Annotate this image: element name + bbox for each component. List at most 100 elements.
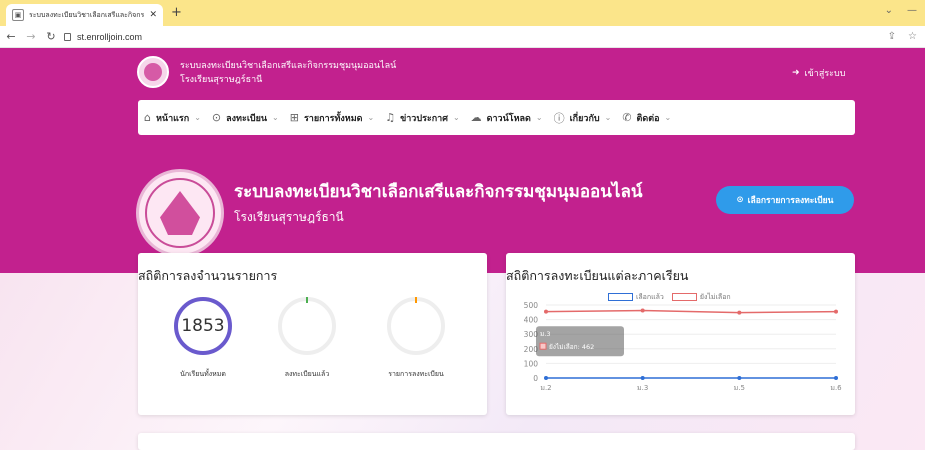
menu-label: ข่าวประกาศ <box>400 113 448 124</box>
menu-label: ดาวน์โหลด <box>486 113 531 124</box>
x-tick-label: ม.6 <box>830 384 842 392</box>
info-icon: ⓘ <box>553 111 565 125</box>
y-tick-label: 0 <box>533 374 538 383</box>
stat-label: รายการลงทะเบียน <box>388 370 444 378</box>
browser-tab-bar: ▣ ระบบลงทะเบียนวิชาเลือกเสรีและกิจกรรม ✕… <box>0 0 925 26</box>
chart-card-title: สถิติการลงทะเบียนแต่ละภาคเรียน <box>506 268 689 283</box>
tooltip-value: ยังไม่เลือก: 462 <box>549 343 594 351</box>
new-tab-icon[interactable]: + <box>171 5 182 20</box>
data-point <box>737 310 742 315</box>
menu-label: รายการทั้งหมด <box>303 113 363 124</box>
tab-title: ระบบลงทะเบียนวิชาเลือกเสรีและกิจกรรม <box>29 10 145 19</box>
menu-item-contact[interactable]: ✆ ติดต่อ ⌄ <box>622 111 671 125</box>
stat-total-students: 1853 นักเรียนทั้งหมด <box>173 297 233 380</box>
share-icon[interactable]: ⇪ <box>888 31 896 42</box>
chevron-down-icon: ⌄ <box>272 113 279 122</box>
menu-label: ลงทะเบียน <box>226 113 268 124</box>
progress-marker <box>306 297 308 303</box>
hero-subtitle: โรงเรียนสุราษฎร์ธานี <box>234 210 344 224</box>
chevron-down-icon: ⌄ <box>664 113 672 122</box>
site-title: ระบบลงทะเบียนวิชาเลือกเสรีและกิจกรรมชุมน… <box>180 61 397 71</box>
window-controls: ⌄ — <box>885 5 917 16</box>
site-subtitle: โรงเรียนสุราษฎร์ธานี <box>180 75 263 85</box>
stats-card: สถิติการลงจำนวนรายการ 1853 นักเรียนทั้งห… <box>138 253 487 415</box>
website: ระบบลงทะเบียนวิชาเลือกเสรีและกิจกรรมชุมน… <box>0 48 925 450</box>
menu-item-home[interactable]: ⌂ หน้าแรก ⌄ <box>144 111 201 125</box>
stat-label: ลงทะเบียนแล้ว <box>284 370 330 378</box>
check-circle-icon: ⊙ <box>736 195 744 205</box>
login-label: เข้าสู่ระบบ <box>804 69 846 79</box>
menu-item-about[interactable]: ⓘ เกี่ยวกับ ⌄ <box>554 110 612 126</box>
series-line <box>545 309 837 314</box>
chevron-down-icon: ⌄ <box>535 113 543 122</box>
stat-registration-items: รายการลงทะเบียน <box>386 297 446 380</box>
menu-label: หน้าแรก <box>155 113 190 124</box>
y-tick-label: 400 <box>524 316 539 325</box>
grid-icon: ⊞ <box>289 111 299 124</box>
x-tick-label: ม.5 <box>734 384 745 392</box>
progress-ring <box>387 297 445 355</box>
hero-section <box>0 48 925 273</box>
menu-item-register[interactable]: ⊙ ลงทะเบียน ⌄ <box>212 111 279 125</box>
menu-label: ติดต่อ <box>636 113 660 124</box>
login-link[interactable]: ➜ เข้าสู่ระบบ <box>792 66 845 80</box>
browser-tab[interactable]: ▣ ระบบลงทะเบียนวิชาเลือกเสรีและกิจกรรม ✕ <box>6 4 163 26</box>
select-registration-button[interactable]: ⊙ เลือกรายการลงทะเบียน <box>716 186 854 214</box>
favicon-icon: ▣ <box>12 9 24 21</box>
phone-icon: ✆ <box>622 111 632 124</box>
school-logo-small[interactable] <box>137 56 169 88</box>
stat-label: นักเรียนทั้งหมด <box>180 370 226 378</box>
line-chart: 0100200300400500ม.2 ม.3 ม.5 ม.6ม.3ยังไม่เลื… <box>524 301 843 392</box>
menu-label: เกี่ยวกับ <box>569 113 600 124</box>
progress-marker <box>415 297 417 303</box>
legend-label: เลือกแล้ว <box>636 293 664 301</box>
address-bar: ← → ↻ st.enrolljoin.com ⇪ ☆ <box>0 26 925 48</box>
stat-value: 1853 <box>181 316 225 336</box>
data-point <box>640 376 645 380</box>
forward-icon[interactable]: → <box>24 30 38 43</box>
url-field[interactable]: st.enrolljoin.com <box>64 32 142 42</box>
chevron-down-icon[interactable]: ⌄ <box>885 5 893 16</box>
reload-icon[interactable]: ↻ <box>44 30 58 43</box>
stats-card-title: สถิติการลงจำนวนรายการ <box>138 268 278 283</box>
hero-title: ระบบลงทะเบียนวิชาเลือกเสรีและกิจกรรมชุมน… <box>234 182 643 202</box>
legend-label: ยังไม่เลือก <box>699 293 731 301</box>
home-icon: ⌂ <box>144 111 151 124</box>
chevron-down-icon: ⌄ <box>194 113 201 122</box>
tooltip-title: ม.3 <box>540 330 551 338</box>
close-icon[interactable]: ✕ <box>149 10 157 20</box>
bell-icon: ♫ <box>385 111 396 124</box>
check-circle-icon: ⊙ <box>211 111 222 124</box>
star-icon[interactable]: ☆ <box>908 31 917 42</box>
main-menu: ⌂ หน้าแรก ⌄ ⊙ ลงทะเบียน ⌄ ⊞ รายการทั้งหม… <box>138 100 855 135</box>
y-tick-label: 500 <box>524 301 539 310</box>
url-text: st.enrolljoin.com <box>77 31 143 42</box>
chevron-down-icon: ⌄ <box>367 113 375 122</box>
minimize-icon[interactable]: — <box>907 5 917 16</box>
back-icon[interactable]: ← <box>4 30 18 43</box>
x-tick-label: ม.3 <box>637 384 648 392</box>
data-point <box>544 376 548 380</box>
menu-item-all[interactable]: ⊞ รายการทั้งหมด ⌄ <box>290 111 374 125</box>
chevron-down-icon: ⌄ <box>452 113 460 122</box>
progress-ring: 1853 <box>174 297 232 355</box>
bottom-card <box>138 433 855 450</box>
data-point <box>834 376 838 380</box>
cta-label: เลือกรายการลงทะเบียน <box>747 196 834 206</box>
login-icon: ➜ <box>792 68 800 78</box>
y-tick-label: 100 <box>524 359 539 368</box>
data-point <box>544 309 548 314</box>
progress-ring <box>278 297 336 355</box>
menu-item-news[interactable]: ♫ ข่าวประกาศ ⌄ <box>385 111 459 125</box>
menu-item-download[interactable]: ☁ ดาวน์โหลด ⌄ <box>471 111 543 125</box>
school-emblem <box>136 169 224 257</box>
chevron-down-icon: ⌄ <box>604 113 612 122</box>
data-point <box>640 308 645 313</box>
chart-card: สถิติการลงทะเบียนแต่ละภาคเรียน เลือกแล้ว… <box>506 253 855 415</box>
lock-icon <box>64 32 71 41</box>
stat-registered: ลงทะเบียนแล้ว <box>277 297 337 380</box>
tooltip-swatch <box>539 342 547 350</box>
x-tick-label: ม.2 <box>540 384 551 392</box>
data-point <box>834 309 838 314</box>
cloud-download-icon: ☁ <box>470 111 482 124</box>
